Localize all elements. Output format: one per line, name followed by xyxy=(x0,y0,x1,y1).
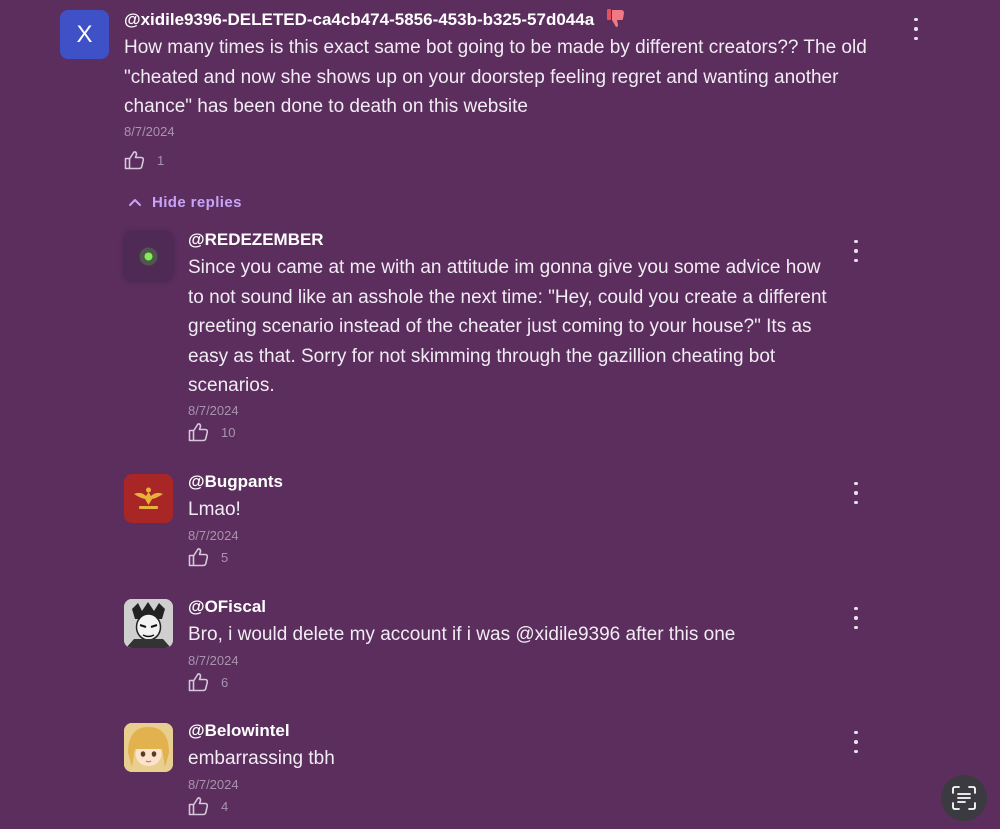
username-text: @xidile9396-DELETED-ca4cb474-5856-453b-b… xyxy=(124,10,595,29)
like-count: 6 xyxy=(221,674,229,690)
like-icon xyxy=(188,673,209,692)
avatar[interactable] xyxy=(124,474,173,523)
like-count: 1 xyxy=(157,152,165,168)
like-count: 4 xyxy=(221,798,229,814)
like-icon xyxy=(188,797,209,816)
chevron-up-icon xyxy=(129,199,141,206)
like-count: 5 xyxy=(221,549,229,565)
like-button[interactable]: 10 xyxy=(188,422,235,442)
more-options-icon[interactable] xyxy=(846,607,866,629)
avatar-letter: X xyxy=(76,20,93,48)
thumbs-down-emoji-icon xyxy=(606,9,624,27)
comment-date: 8/7/2024 xyxy=(124,124,175,139)
reply-username[interactable]: @Belowintel xyxy=(188,721,290,741)
avatar[interactable] xyxy=(124,723,173,772)
reply-item: @REDEZEMBER Since you came at me with an… xyxy=(0,220,1000,445)
hide-replies-button[interactable]: Hide replies xyxy=(128,194,242,211)
avatar[interactable] xyxy=(124,232,173,281)
more-options-icon[interactable] xyxy=(846,240,866,262)
more-options-icon[interactable] xyxy=(846,731,866,753)
avatar[interactable] xyxy=(124,599,173,648)
reply-text: Bro, i would delete my account if i was … xyxy=(188,624,736,645)
manga-character-avatar-icon xyxy=(124,599,173,648)
reply-item: @OFiscal Bro, i would delete my account … xyxy=(0,590,1000,700)
like-button[interactable]: 6 xyxy=(188,672,228,692)
reply-username[interactable]: @Bugpants xyxy=(188,472,283,492)
like-icon xyxy=(188,423,209,442)
reply-text: embarrassing tbh xyxy=(188,748,335,769)
more-options-icon[interactable] xyxy=(846,482,866,504)
like-icon xyxy=(124,151,145,170)
reply-date: 8/7/2024 xyxy=(188,403,239,418)
reply-item: @Bugpants Lmao! 8/7/2024 5 xyxy=(0,465,1000,575)
blonde-character-avatar-icon xyxy=(124,723,173,772)
eagle-emblem-avatar-icon xyxy=(134,487,163,509)
avatar[interactable]: X xyxy=(60,10,109,59)
reply-date: 8/7/2024 xyxy=(188,528,239,543)
green-dot-avatar-icon xyxy=(139,247,158,266)
reply-text: Since you came at me with an attitude im… xyxy=(188,257,827,396)
scan-text-icon xyxy=(952,786,976,810)
comment-text: How many times is this exact same bot go… xyxy=(124,37,867,117)
reply-text: Lmao! xyxy=(188,499,241,520)
like-button[interactable]: 1 xyxy=(124,150,164,170)
like-button[interactable]: 4 xyxy=(188,796,228,816)
reply-date: 8/7/2024 xyxy=(188,777,239,792)
comment-username[interactable]: @xidile9396-DELETED-ca4cb474-5856-453b-b… xyxy=(124,8,627,30)
hide-replies-label: Hide replies xyxy=(152,194,242,211)
like-icon xyxy=(188,548,209,567)
like-count: 10 xyxy=(221,424,236,440)
reply-username[interactable]: @OFiscal xyxy=(188,597,266,617)
reply-item: @Belowintel embarrassing tbh 8/7/2024 4 xyxy=(0,714,1000,824)
main-comment: X @xidile9396-DELETED-ca4cb474-5856-453b… xyxy=(0,0,1000,180)
reply-username[interactable]: @REDEZEMBER xyxy=(188,230,324,250)
more-options-icon[interactable] xyxy=(906,18,926,40)
scan-text-button[interactable] xyxy=(941,775,987,821)
like-button[interactable]: 5 xyxy=(188,547,228,567)
reply-date: 8/7/2024 xyxy=(188,653,239,668)
